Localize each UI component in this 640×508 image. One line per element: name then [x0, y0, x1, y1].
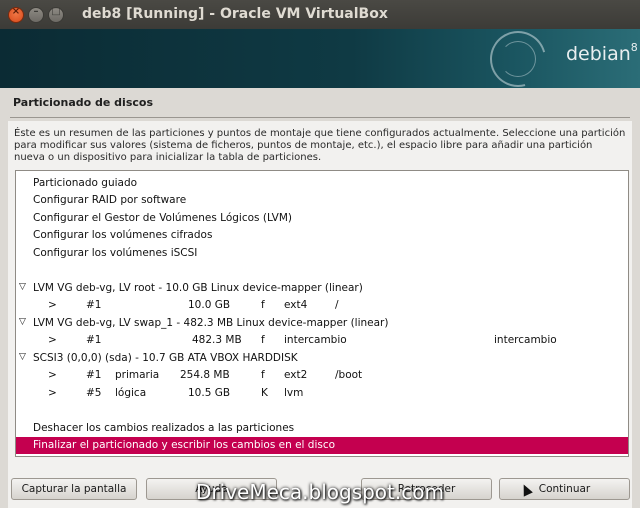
- minimize-icon: –: [33, 6, 39, 17]
- partition-row[interactable]: > #5 lógica 10.5 GB K lvm: [16, 385, 628, 402]
- list-item-lvm[interactable]: Configurar el Gestor de Volúmenes Lógico…: [16, 210, 628, 227]
- expand-triangle-icon: ▽: [19, 317, 26, 327]
- list-item-encrypted[interactable]: Configurar los volúmenes cifrados: [16, 227, 628, 244]
- installer-banner: debian8: [0, 29, 640, 88]
- close-window-button[interactable]: ×: [8, 6, 24, 23]
- list-item-guided[interactable]: Particionado guiado: [16, 175, 628, 192]
- partition-list[interactable]: Particionado guiado Configurar RAID por …: [15, 170, 629, 457]
- list-item-undo[interactable]: Deshacer los cambios realizados a las pa…: [16, 420, 628, 437]
- window-titlebar: × – □ deb8 [Running] - Oracle VM Virtual…: [0, 0, 640, 29]
- watermark: DriveMeca.blogspot.com: [196, 480, 444, 504]
- title-divider: [10, 117, 630, 118]
- expand-triangle-icon: ▽: [19, 352, 26, 362]
- debian-logo: debian8: [566, 41, 638, 65]
- list-item-lvm-root[interactable]: ▽ LVM VG deb-vg, LV root - 10.0 GB Linux…: [16, 280, 628, 297]
- list-item-iscsi[interactable]: Configurar los volúmenes iSCSI: [16, 245, 628, 262]
- minimize-window-button[interactable]: –: [28, 6, 44, 23]
- list-item-finish[interactable]: Finalizar el particionado y escribir los…: [16, 437, 628, 454]
- partition-row[interactable]: > #1 10.0 GB f ext4 /: [16, 297, 628, 314]
- partition-row[interactable]: > #1 482.3 MB f intercambio intercambio: [16, 332, 628, 349]
- maximize-window-button[interactable]: □: [48, 6, 64, 23]
- list-item-raid[interactable]: Configurar RAID por software: [16, 192, 628, 209]
- debian-swirl-inner-icon: [500, 41, 536, 77]
- partition-row[interactable]: > #1 primaria 254.8 MB f ext2 /boot: [16, 367, 628, 384]
- intro-text: Éste es un resumen de las particiones y …: [14, 128, 626, 163]
- maximize-icon: □: [51, 6, 61, 17]
- list-item-disk[interactable]: ▽ SCSI3 (0,0,0) (sda) - 10.7 GB ATA VBOX…: [16, 350, 628, 367]
- installer-content: Particionado de discos Éste es un resume…: [0, 88, 640, 508]
- close-icon: ×: [11, 6, 21, 17]
- page-title: Particionado de discos: [13, 96, 153, 109]
- window-title: deb8 [Running] - Oracle VM VirtualBox: [82, 6, 388, 22]
- expand-triangle-icon: ▽: [19, 282, 26, 292]
- list-item-lvm-swap[interactable]: ▽ LVM VG deb-vg, LV swap_1 - 482.3 MB Li…: [16, 315, 628, 332]
